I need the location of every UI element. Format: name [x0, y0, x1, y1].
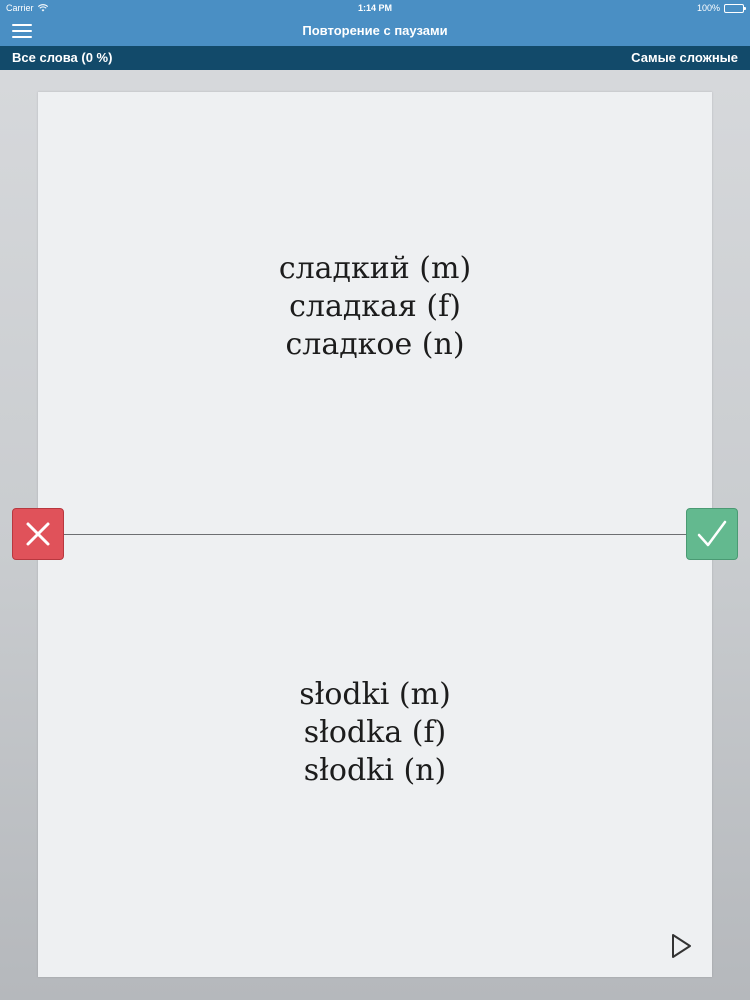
back-line: słodki (n) — [303, 753, 447, 788]
front-line: сладкий (m) — [278, 251, 472, 286]
all-words-button[interactable]: Все слова (0 %) — [12, 46, 112, 70]
card-front: сладкий (m) сладкая (f) сладкое (n) — [38, 250, 712, 364]
card-divider — [62, 534, 688, 535]
checkmark-icon — [697, 520, 727, 547]
deck-filter-bar: Все слова (0 %) Самые сложные — [0, 46, 750, 70]
play-icon[interactable] — [668, 932, 694, 960]
status-bar: Carrier 1:14 PM 100% — [0, 0, 750, 16]
correct-answer-button[interactable] — [686, 508, 738, 560]
back-line: słodki (m) — [299, 677, 451, 712]
hardest-words-button[interactable]: Самые сложные — [631, 46, 738, 70]
battery-icon — [724, 3, 746, 13]
page-title: Повторение с паузами — [302, 23, 448, 38]
front-line: сладкая (f) — [289, 289, 461, 324]
back-line: słodka (f) — [303, 715, 447, 750]
wrong-answer-button[interactable] — [12, 508, 64, 560]
card-back: słodki (m) słodka (f) słodki (n) — [38, 676, 712, 790]
nav-bar: Повторение с паузами — [0, 16, 750, 46]
front-line: сладкое (n) — [285, 327, 465, 362]
status-time: 1:14 PM — [357, 3, 392, 13]
battery-percent: 100% — [696, 3, 720, 13]
close-icon — [26, 522, 50, 546]
